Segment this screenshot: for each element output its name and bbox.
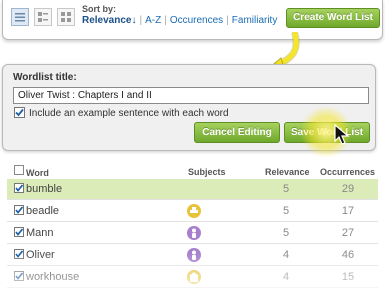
sort-label: Sort by:: [82, 4, 117, 14]
row-word: bumble: [26, 183, 63, 195]
row-relevance: 5: [282, 183, 290, 195]
row-checkbox[interactable]: [14, 205, 24, 215]
column-header-subjects[interactable]: Subjects: [188, 167, 226, 177]
sort-options: Relevance↓ | A-Z | Occurences | Familiarity: [82, 15, 278, 26]
sort-option-familiarity[interactable]: Familiarity: [232, 15, 278, 26]
row-checkbox[interactable]: [14, 271, 24, 281]
row-occurrences: 15: [341, 271, 355, 283]
cancel-editing-button[interactable]: Cancel Editing: [194, 122, 280, 143]
row-relevance: 4: [282, 271, 290, 283]
sort-option-az[interactable]: A-Z: [145, 15, 161, 26]
column-header-word[interactable]: Word: [26, 168, 49, 178]
table-row[interactable]: bumble 5 29: [7, 179, 378, 200]
building-icon: [187, 270, 201, 284]
wordlist-title-label: Wordlist title:: [13, 72, 77, 83]
hat-icon: [187, 204, 201, 218]
toolbar: Sort by: Relevance↓ | A-Z | Occurences | Famil…: [2, 0, 383, 40]
include-example-checkbox[interactable]: [14, 107, 25, 118]
mouse-cursor-icon: [334, 124, 350, 145]
sort-option-relevance[interactable]: Relevance↓: [82, 15, 136, 26]
include-example-label: Include an example sentence with each wo…: [29, 108, 229, 119]
row-word: Mann: [26, 227, 54, 239]
grid-view-icon: [61, 12, 71, 22]
grid-view-button[interactable]: [57, 8, 75, 26]
column-header-occurrences[interactable]: Occurrences: [320, 167, 375, 177]
row-occurrences: 17: [341, 205, 355, 217]
detail-view-icon: [38, 12, 48, 22]
row-word: workhouse: [26, 271, 80, 283]
select-all-checkbox[interactable]: [14, 165, 24, 175]
table-row[interactable]: Mann 5 27: [7, 223, 378, 244]
list-view-button[interactable]: [11, 8, 29, 26]
row-checkbox[interactable]: [14, 183, 24, 193]
row-checkbox[interactable]: [14, 249, 24, 259]
row-relevance: 5: [282, 227, 290, 239]
save-word-list-button[interactable]: Save Word List: [284, 122, 370, 143]
table-row[interactable]: workhouse 4 15: [7, 267, 378, 288]
person-icon: [187, 226, 201, 240]
create-word-list-button[interactable]: Create Word List: [286, 8, 380, 28]
person-icon: [187, 248, 201, 262]
row-checkbox[interactable]: [14, 227, 24, 237]
wordlist-title-input[interactable]: [13, 87, 369, 104]
row-word: beadle: [26, 205, 60, 217]
row-occurrences: 46: [341, 249, 355, 261]
detail-view-button[interactable]: [34, 8, 52, 26]
sort-option-occurences[interactable]: Occurences: [170, 15, 223, 26]
table-row[interactable]: beadle 5 17: [7, 201, 378, 222]
table-row[interactable]: Oliver 4 46: [7, 245, 378, 266]
row-relevance: 5: [282, 205, 290, 217]
wordlist-panel: Wordlist title: Include an example sente…: [2, 64, 376, 151]
column-header-relevance[interactable]: Relevance: [265, 167, 310, 177]
row-relevance: 4: [282, 249, 290, 261]
row-word: Oliver: [26, 249, 55, 261]
list-view-icon: [15, 13, 25, 22]
row-occurrences: 27: [341, 227, 355, 239]
row-occurrences: 29: [341, 183, 355, 195]
